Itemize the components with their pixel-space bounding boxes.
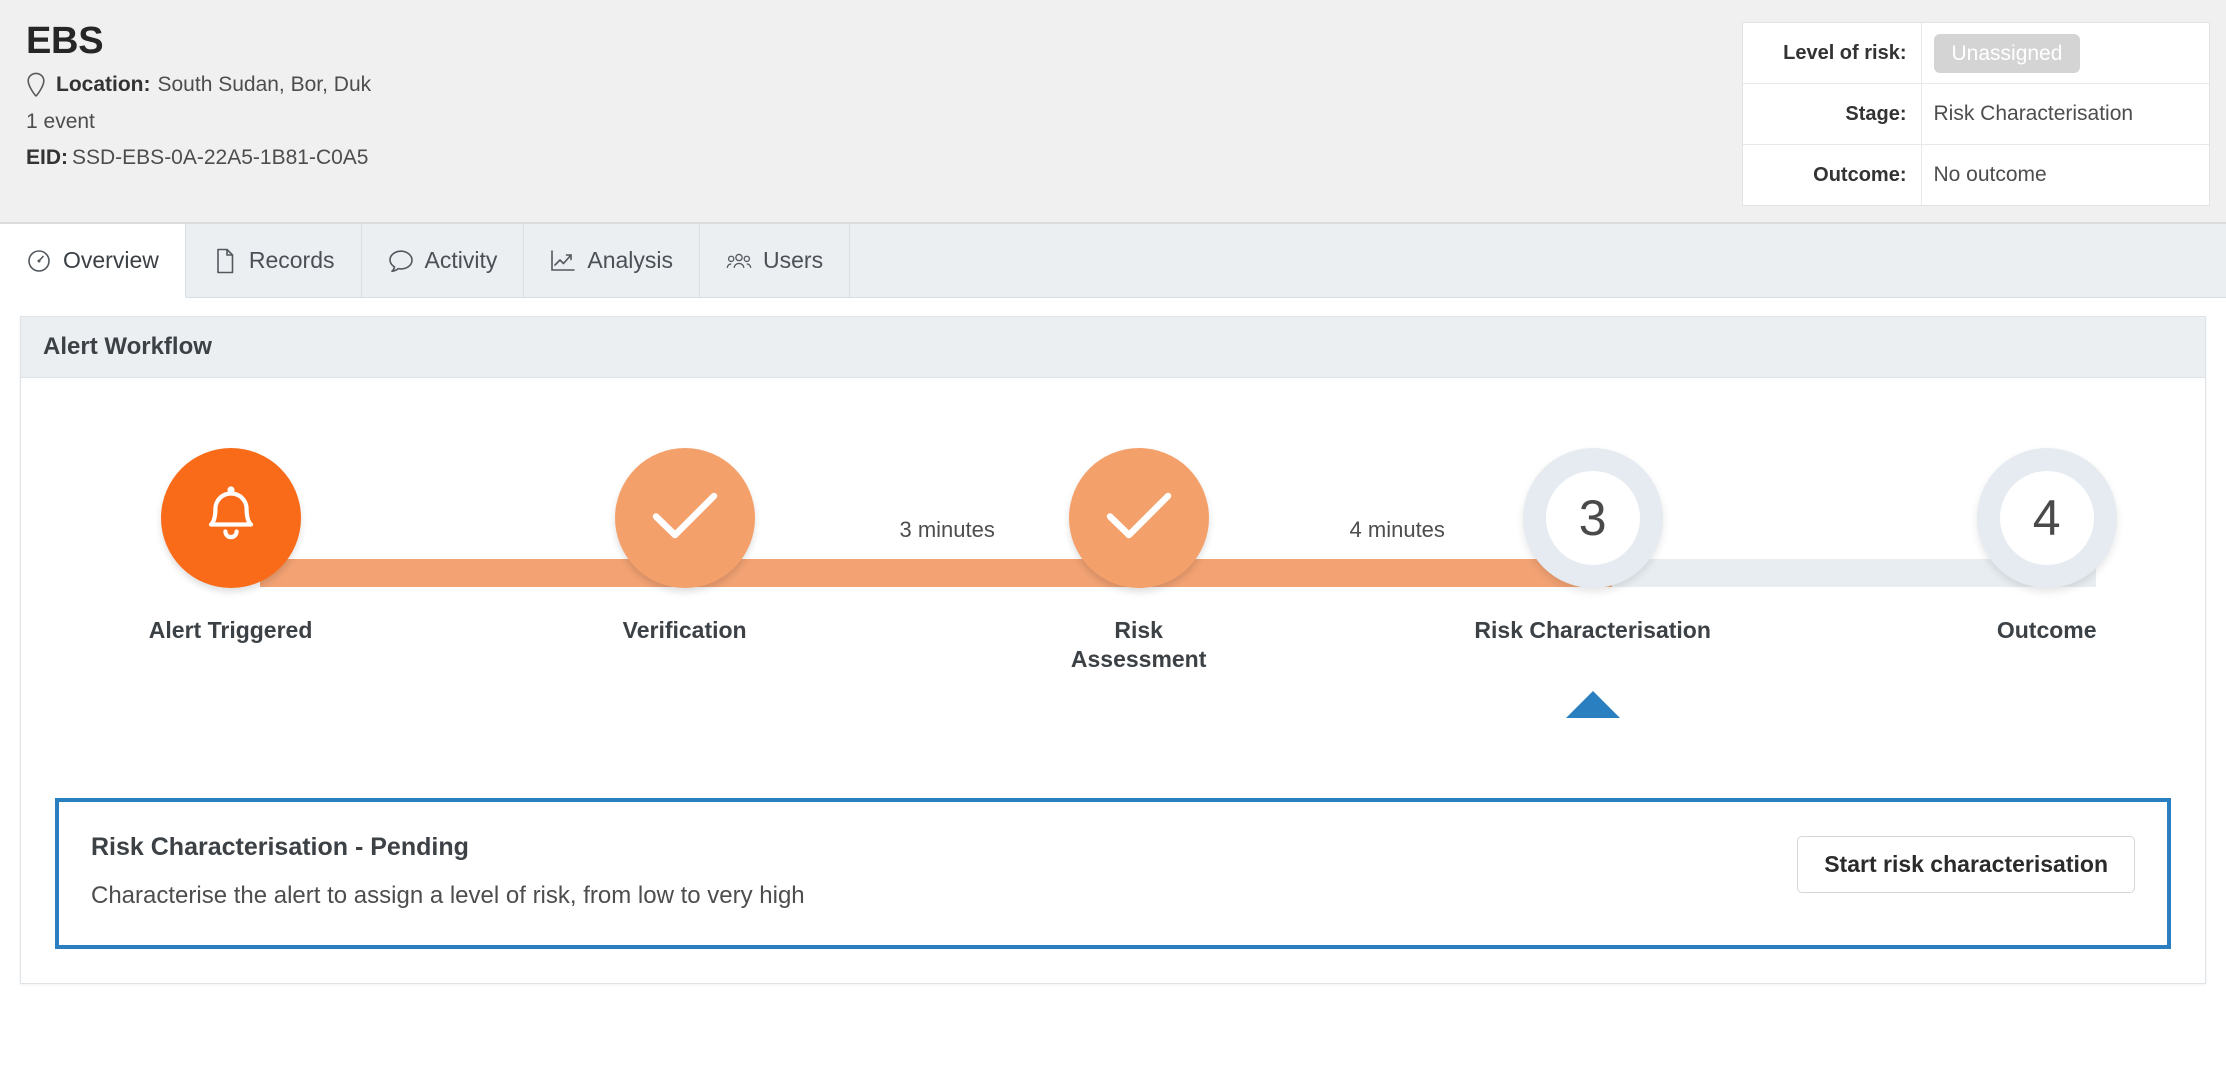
workflow-label-outcome: Outcome (1996, 617, 2097, 643)
page-header: EBS Location: South Sudan, Bor, Duk 1 ev… (0, 0, 2226, 224)
tab-label: Overview (63, 247, 159, 273)
comment-icon (388, 248, 414, 274)
panel-body: 28 Aug 2017 3 minutes 4 minutes (21, 378, 2205, 949)
workflow-node-risk-characterisation[interactable]: 3 (1522, 448, 1663, 588)
status-badge[interactable]: Unassigned (1933, 33, 2081, 73)
tab-label: Analysis (587, 247, 674, 273)
workflow-node-outcome[interactable]: 4 (1976, 448, 2117, 588)
event-info-table: Level of risk: Unassigned Stage: Risk Ch… (1742, 22, 2210, 206)
alert-workflow-panel: Alert Workflow 28 Aug 2017 3 minutes 4 m… (20, 316, 2206, 984)
workflow-timeline: 28 Aug 2017 3 minutes 4 minutes (21, 378, 2205, 948)
eid-label: EID: (26, 146, 68, 170)
table-row: Outcome: No outcome (1743, 144, 2209, 205)
level-of-risk-label: Level of risk: (1743, 23, 1922, 84)
workflow-label-risk-characterisation: Risk Characterisation (1474, 617, 1711, 643)
location-value: South Sudan, Bor, Duk (157, 73, 372, 97)
workflow-node-alert-triggered[interactable] (160, 448, 301, 588)
stage-label: Stage: (1743, 83, 1922, 145)
line-chart-icon (550, 248, 576, 274)
location-label: Location: (56, 73, 151, 97)
stage-value: Risk Characterisation (1921, 83, 2209, 145)
tab-activity[interactable]: Activity (361, 224, 525, 297)
tab-bar: Overview Records Activity Analysis Users (0, 224, 2226, 315)
workflow-label-verification: Verification (622, 617, 747, 643)
action-title: Risk Characterisation - Pending (91, 833, 469, 861)
step-number: 4 (1999, 471, 2094, 565)
level-of-risk-value-cell: Unassigned (1921, 23, 2209, 84)
start-risk-characterisation-button[interactable]: Start risk characterisation (1797, 836, 2135, 893)
tab-label: Activity (424, 247, 498, 273)
tab-analysis[interactable]: Analysis (524, 224, 701, 297)
tab-label: Records (248, 247, 335, 273)
current-step-pointer (1565, 691, 1620, 718)
users-icon (726, 248, 752, 274)
content-area: Alert Workflow 28 Aug 2017 3 minutes 4 m… (0, 298, 2226, 984)
panel-title: Alert Workflow (21, 317, 2205, 378)
table-row: Level of risk: Unassigned (1743, 23, 2209, 84)
step-number: 3 (1545, 471, 1640, 565)
location-row: Location: South Sudan, Bor, Duk (26, 72, 371, 98)
action-description: Characterise the alert to assign a level… (91, 882, 805, 909)
connector-label-2-3: 3 minutes (899, 517, 995, 542)
connector-label-3-4: 4 minutes (1349, 517, 1445, 542)
check-icon (650, 488, 720, 549)
action-text: Risk Characterisation - Pending Characte… (91, 832, 805, 911)
event-summary: EBS Location: South Sudan, Bor, Duk 1 ev… (26, 20, 371, 170)
table-row: Stage: Risk Characterisation (1743, 83, 2209, 145)
bell-icon (200, 482, 262, 555)
tab-label: Users (763, 247, 824, 273)
check-icon (1104, 488, 1174, 549)
speedometer-icon (26, 248, 52, 274)
workflow-node-verification[interactable] (614, 448, 755, 588)
tab-overview[interactable]: Overview (0, 224, 186, 298)
workflow-label-alert-triggered: Alert Triggered (148, 617, 313, 643)
outcome-value: No outcome (1933, 163, 2047, 186)
event-count: 1 event (26, 109, 95, 133)
workflow-label-risk-assessment: Risk Assessment (1070, 617, 1207, 673)
eid-value: SSD-EBS-0A-22A5-1B81-C0A5 (72, 146, 369, 170)
risk-characterisation-action-box: Risk Characterisation - Pending Characte… (55, 798, 2171, 949)
map-pin-icon (26, 72, 46, 98)
workflow-node-risk-assessment[interactable] (1068, 448, 1209, 588)
timeline-track: 3 minutes 4 minutes 3 4 Alert Triggered … (149, 378, 2175, 798)
document-icon (212, 248, 238, 274)
tab-records[interactable]: Records (185, 224, 362, 297)
page-title: EBS (26, 20, 104, 62)
eid-row: EID: SSD-EBS-0A-22A5-1B81-C0A5 (26, 145, 371, 170)
outcome-label: Outcome: (1743, 144, 1922, 205)
tab-users[interactable]: Users (700, 224, 851, 297)
